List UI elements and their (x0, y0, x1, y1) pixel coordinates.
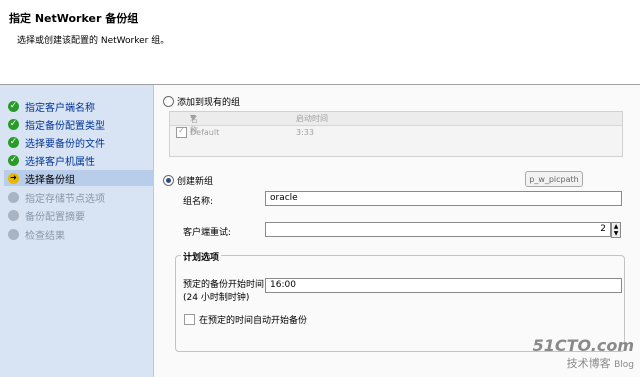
step-check-results: 检查结果 (8, 226, 65, 242)
spin-up-icon[interactable]: ▲ (612, 223, 620, 230)
check-icon: ✓ (8, 154, 19, 166)
wizard-header: 指定 NetWorker 备份组 选择或创建该配置的 NetWorker 组。 (0, 0, 640, 85)
table-row: Default 3:33 (170, 126, 622, 140)
radio-button[interactable] (163, 96, 174, 107)
column-header-name[interactable]: 名称 ▼ (190, 113, 198, 135)
page-subtitle: 选择或创建该配置的 NetWorker 组。 (17, 36, 170, 46)
step-select-files[interactable]: ✓ 选择要备份的文件 (8, 134, 105, 150)
check-icon: ✓ (8, 118, 19, 130)
column-header-start-time[interactable]: 启动时间 (296, 113, 328, 124)
pending-icon (8, 228, 19, 240)
pending-icon (8, 191, 19, 203)
step-backup-summary: 备份配置摘要 (8, 207, 85, 223)
watermark-blog: Blog (614, 360, 634, 370)
existing-groups-table: 名称 ▼ 启动时间 Default 3:33 (169, 111, 623, 157)
pending-icon (8, 209, 19, 221)
client-retries-spinner[interactable]: ▲ ▼ (611, 222, 621, 238)
group-name-label: 组名称: (183, 197, 214, 207)
start-time-input[interactable]: 16:00 (265, 278, 622, 293)
group-name-input[interactable]: oracle (265, 191, 622, 206)
check-icon: ✓ (8, 100, 19, 112)
existing-group-radio[interactable]: 添加到现有的组 (163, 95, 240, 108)
table-header: 名称 ▼ 启动时间 (170, 112, 622, 135)
start-time-label-line1: 预定的备份开始时间 (183, 280, 265, 290)
arrow-right-icon: ➜ (8, 172, 19, 184)
watermark: 51CTO.com 技术博客 Blog (533, 336, 634, 371)
watermark-site: 51CTO.com (532, 336, 634, 355)
step-client-properties[interactable]: ✓ 选择客户机属性 (8, 152, 95, 168)
radio-button-selected[interactable] (163, 175, 174, 186)
row-checkbox (176, 126, 187, 138)
new-group-radio[interactable]: 创建新组 (163, 174, 213, 187)
watermark-tagline: 技术博客 (566, 357, 611, 370)
image-placeholder-tooltip: p_w_picpath (525, 171, 583, 187)
check-icon: ✓ (8, 136, 19, 148)
schedule-options-title: 计划选项 (181, 250, 222, 263)
step-storage-node-options: 指定存储节点选项 (8, 189, 105, 205)
spin-down-icon[interactable]: ▼ (612, 230, 620, 237)
auto-start-checkbox[interactable]: 在预定的时间自动开始备份 (184, 313, 307, 326)
cell-group-name: Default (190, 128, 220, 137)
page-title: 指定 NetWorker 备份组 (9, 12, 139, 25)
step-client-name[interactable]: ✓ 指定客户端名称 (8, 98, 95, 114)
client-retries-label: 客户端重试: (183, 228, 232, 238)
cell-start-time: 3:33 (296, 128, 314, 137)
checkbox[interactable] (184, 314, 195, 325)
step-select-backup-group[interactable]: ➜ 选择备份组 (4, 170, 156, 186)
step-backup-config-type[interactable]: ✓ 指定备份配置类型 (8, 116, 105, 132)
start-time-label-line2: (24 小时制时钟) (183, 293, 250, 303)
client-retries-input[interactable]: 2 (265, 222, 611, 237)
